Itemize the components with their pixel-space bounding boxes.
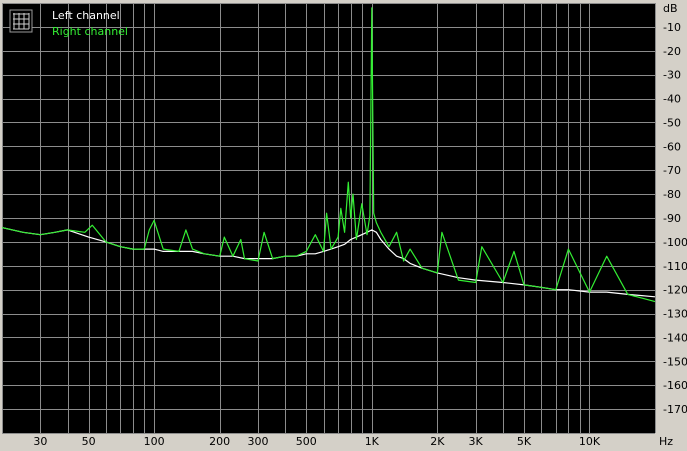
- y-tick-label: -50: [663, 116, 681, 129]
- y-tick-label: -120: [663, 284, 687, 297]
- y-tick-label: -10: [663, 21, 681, 34]
- y-tick-label: -130: [663, 308, 687, 321]
- spectrum-chart: -10 -20 -30 -40 -50 -60 -70 -80 -90 -100 -110 -120 -…: [1, 2, 687, 448]
- x-tick-label: 1K: [365, 435, 380, 448]
- y-tick-label: -60: [663, 140, 681, 153]
- x-tick-label: 3K: [469, 435, 484, 448]
- x-tick-label: 500: [296, 435, 317, 448]
- x-tick-label: 2K: [430, 435, 445, 448]
- spectrum-chart-frame: -10 -20 -30 -40 -50 -60 -70 -80 -90 -100 -110 -120 -…: [0, 0, 687, 451]
- legend-entry-left-channel: Left channel: [52, 9, 120, 22]
- x-tick-label: 200: [209, 435, 230, 448]
- y-tick-label: -80: [663, 188, 681, 201]
- x-tick-label: 10K: [579, 435, 601, 448]
- y-axis-ticks: -10 -20 -30 -40 -50 -60 -70 -80 -90 -100 -110 -120 -…: [663, 21, 687, 416]
- legend-entry-right-channel: Right channel: [52, 25, 128, 38]
- y-tick-label: -150: [663, 355, 687, 368]
- y-tick-label: -40: [663, 93, 681, 106]
- y-tick-label: -20: [663, 45, 681, 58]
- x-tick-label: 300: [247, 435, 268, 448]
- x-tick-label: 100: [144, 435, 165, 448]
- y-tick-label: -160: [663, 379, 687, 392]
- y-tick-label: -140: [663, 331, 687, 344]
- y-axis-unit-label: dB: [663, 2, 678, 15]
- x-tick-label: 50: [82, 435, 96, 448]
- y-tick-label: -100: [663, 236, 687, 249]
- y-tick-label: -170: [663, 403, 687, 416]
- x-axis-ticks: 30 50 100 200 300 500 1K 2K 3K 5K 10K: [33, 435, 601, 448]
- y-tick-label: -70: [663, 164, 681, 177]
- y-tick-label: -110: [663, 260, 687, 273]
- x-axis-unit-label: Hz: [659, 435, 673, 448]
- y-tick-label: -30: [663, 69, 681, 82]
- x-tick-label: 5K: [517, 435, 532, 448]
- x-tick-label: 30: [33, 435, 47, 448]
- y-tick-label: -90: [663, 212, 681, 225]
